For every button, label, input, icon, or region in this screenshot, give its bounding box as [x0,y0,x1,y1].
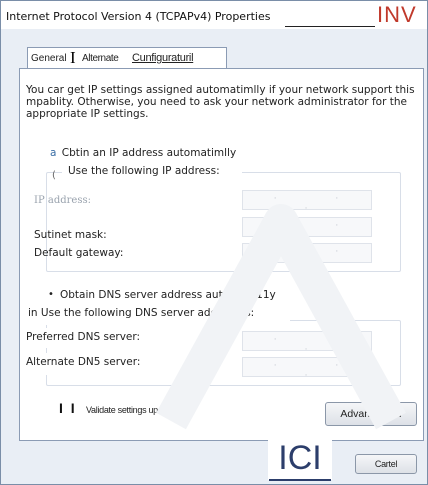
tab-alternate-configuration[interactable]: Alternate [82,53,119,64]
advanced-button[interactable]: Advanced... I [325,402,417,426]
obtain-ip-automatically-radio[interactable]: a Cbtin an IP address automatimlly [50,147,236,159]
preferred-dns-field[interactable]: · · · [242,331,372,355]
use-following-dns-label: in Use the following DNS server addresse… [28,307,255,319]
ok-button[interactable]: ICI [268,438,332,480]
subnet-mask-field[interactable]: · · · [242,217,372,241]
tab-general-label: General [31,53,67,64]
title-underline [285,26,375,27]
obtain-ip-automatically-label: Cbtin an IP address automatimlly [61,147,237,159]
text-cursor-icon: I [70,48,76,67]
intro-text: You car get IP settings assigned automat… [26,84,415,120]
title-overlay-mark: INV [377,2,417,27]
alternate-dns-field[interactable]: · · · [242,357,372,381]
radio-button-icon: ( [52,170,56,181]
obtain-dns-automatically-radio[interactable]: • Obtain DNS server address automati.11y [48,289,276,301]
ok-button-underline [269,479,331,481]
subnet-mask-label: Sutinet mask: [34,229,107,241]
alternate-dns-label-text: Alternate DN5 server: [26,356,141,368]
ipv4-properties-dialog: Internet Protocol Version 4 (TCPAPv4) Pr… [0,0,428,485]
use-following-ip-label: Use the following IP address: [68,165,220,177]
preferred-dns-label-text: Preferred DNS server: [26,331,141,343]
checkbox-icon: I I [59,400,77,416]
use-following-dns-radio[interactable]: in Use the following DNS server addresse… [22,305,290,325]
radio-button-icon: a [50,147,57,159]
validate-settings-label: Validate settings upon exit [86,405,183,415]
preferred-dns-label: Preferred DNS server: [22,328,277,348]
cancel-button[interactable]: Cartel [355,454,417,474]
default-gateway-field[interactable]: · · · [242,243,372,267]
title-bar: Internet Protocol Version 4 (TCPAPv4) Pr… [1,1,427,29]
general-tab-panel: You car get IP settings assigned automat… [19,68,424,441]
tab-alternate-configuration-label[interactable]: Cunfiguraturil [132,52,194,64]
ip-address-field[interactable]: · · · [242,190,372,214]
alternate-dns-label: Alternate DN5 server: [22,353,277,375]
radio-button-icon: • [48,289,54,300]
tab-general[interactable]: General I Alternate Cunfiguraturil [27,47,227,69]
ip-address-label: IP address: [34,195,91,206]
obtain-dns-automatically-label: Obtain DNS server address automati.11y [60,289,276,301]
default-gateway-label: Default gateway: [34,247,124,259]
window-title: Internet Protocol Version 4 (TCPAPv4) Pr… [6,10,271,23]
use-following-ip-radio[interactable]: Use the following IP address: [62,163,242,183]
